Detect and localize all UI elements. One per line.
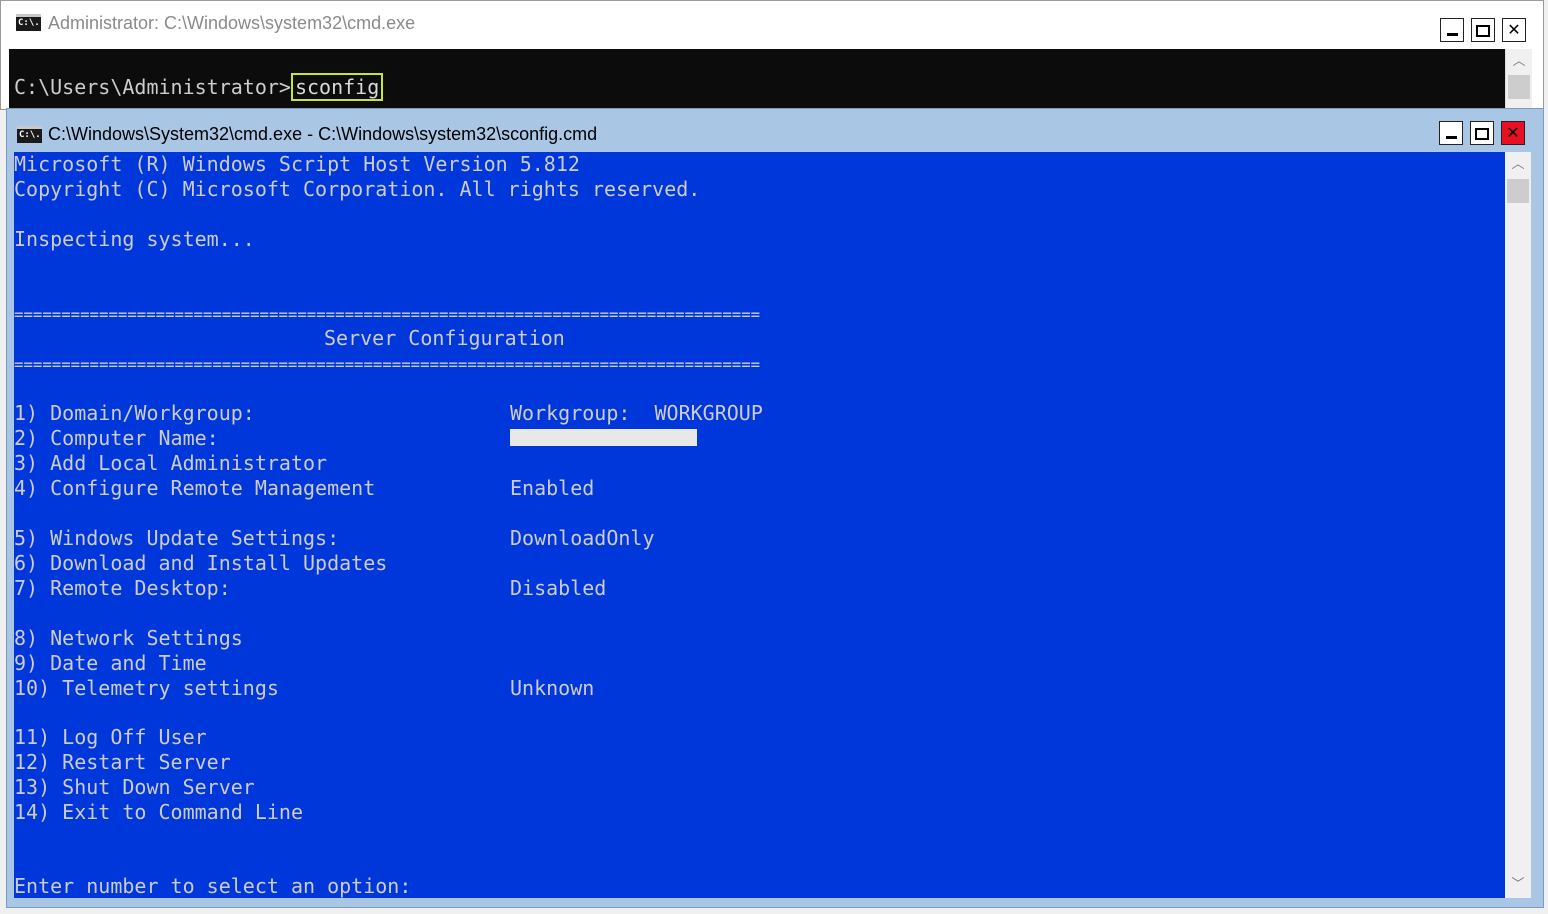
cmd-icon: C:\.: [16, 14, 41, 31]
minimize-button[interactable]: [1440, 18, 1464, 42]
close-icon: ✕: [1506, 123, 1520, 142]
close-button[interactable]: ✕: [1502, 18, 1526, 42]
menu-item-remote-management: 4) Configure Remote Management: [14, 476, 376, 500]
section-title: Server Configuration: [324, 326, 565, 350]
scroll-up-icon[interactable]: ︿: [1505, 152, 1531, 178]
minimize-button[interactable]: [1439, 121, 1463, 145]
scroll-down-icon[interactable]: ﹀: [1505, 872, 1531, 898]
menu-value-update-settings: DownloadOnly: [510, 526, 655, 550]
menu-value-telemetry: Unknown: [510, 676, 595, 700]
maximize-button[interactable]: [1470, 121, 1494, 145]
menu-item-domain: 1) Domain/Workgroup:: [14, 401, 255, 425]
cmd-icon: C:\.: [17, 126, 42, 143]
scroll-thumb[interactable]: [1507, 179, 1529, 203]
menu-item-update-settings: 5) Windows Update Settings:: [14, 526, 340, 550]
menu-item-restart: 12) Restart Server: [14, 750, 231, 774]
separator-line: ========================================…: [14, 355, 761, 374]
menu-value-remote-management: Enabled: [510, 476, 595, 500]
redacted-computer-name: [510, 429, 697, 446]
window-title: Administrator: C:\Windows\system32\cmd.e…: [48, 13, 416, 33]
scroll-up-icon[interactable]: ︿: [1506, 49, 1532, 75]
vertical-scrollbar[interactable]: ︿: [1505, 49, 1532, 109]
typed-command: sconfig: [290, 73, 384, 101]
vertical-scrollbar[interactable]: ︿ ﹀: [1505, 152, 1531, 898]
close-icon: ✕: [1507, 20, 1521, 39]
title-bar[interactable]: C:\. Administrator: C:\Windows\system32\…: [1, 1, 1543, 49]
menu-item-date-time: 9) Date and Time: [14, 651, 207, 675]
header-line: Microsoft (R) Windows Script Host Versio…: [14, 152, 580, 176]
admin-cmd-window[interactable]: C:\. Administrator: C:\Windows\system32\…: [0, 0, 1544, 110]
close-button[interactable]: ✕: [1501, 121, 1525, 145]
scroll-thumb[interactable]: [1508, 75, 1530, 99]
menu-item-shutdown: 13) Shut Down Server: [14, 775, 255, 799]
minimize-icon: [1446, 33, 1458, 36]
maximize-button[interactable]: [1471, 18, 1495, 42]
separator-line: ========================================…: [14, 305, 761, 324]
menu-value-remote-desktop: Disabled: [510, 576, 607, 600]
sconfig-window[interactable]: C:\. C:\Windows\System32\cmd.exe - C:\Wi…: [6, 108, 1544, 908]
console-area[interactable]: Microsoft (R) Windows Script Host Versio…: [14, 152, 1505, 898]
minimize-icon: [1445, 136, 1457, 139]
title-bar[interactable]: C:\. C:\Windows\System32\cmd.exe - C:\Wi…: [7, 109, 1543, 152]
command-line: C:\Users\Administrator> sconfig: [14, 73, 384, 101]
maximize-icon: [1476, 25, 1490, 37]
menu-item-install-updates: 6) Download and Install Updates: [14, 551, 388, 575]
window-title: C:\Windows\System32\cmd.exe - C:\Windows…: [48, 124, 598, 144]
menu-item-telemetry: 10) Telemetry settings: [14, 676, 279, 700]
menu-item-exit: 14) Exit to Command Line: [14, 800, 303, 824]
status-line: Inspecting system...: [14, 227, 255, 251]
header-line: Copyright (C) Microsoft Corporation. All…: [14, 177, 701, 201]
menu-item-network: 8) Network Settings: [14, 626, 243, 650]
menu-value-domain: Workgroup: WORKGROUP: [510, 401, 763, 425]
menu-item-remote-desktop: 7) Remote Desktop:: [14, 576, 231, 600]
maximize-icon: [1475, 128, 1489, 140]
menu-item-computer-name: 2) Computer Name:: [14, 426, 219, 450]
menu-item-log-off: 11) Log Off User: [14, 725, 207, 749]
input-prompt[interactable]: Enter number to select an option:: [14, 874, 411, 898]
menu-item-add-admin: 3) Add Local Administrator: [14, 451, 328, 475]
console-area[interactable]: C:\Users\Administrator> sconfig: [9, 49, 1505, 109]
prompt-path: C:\Users\Administrator>: [14, 75, 291, 99]
